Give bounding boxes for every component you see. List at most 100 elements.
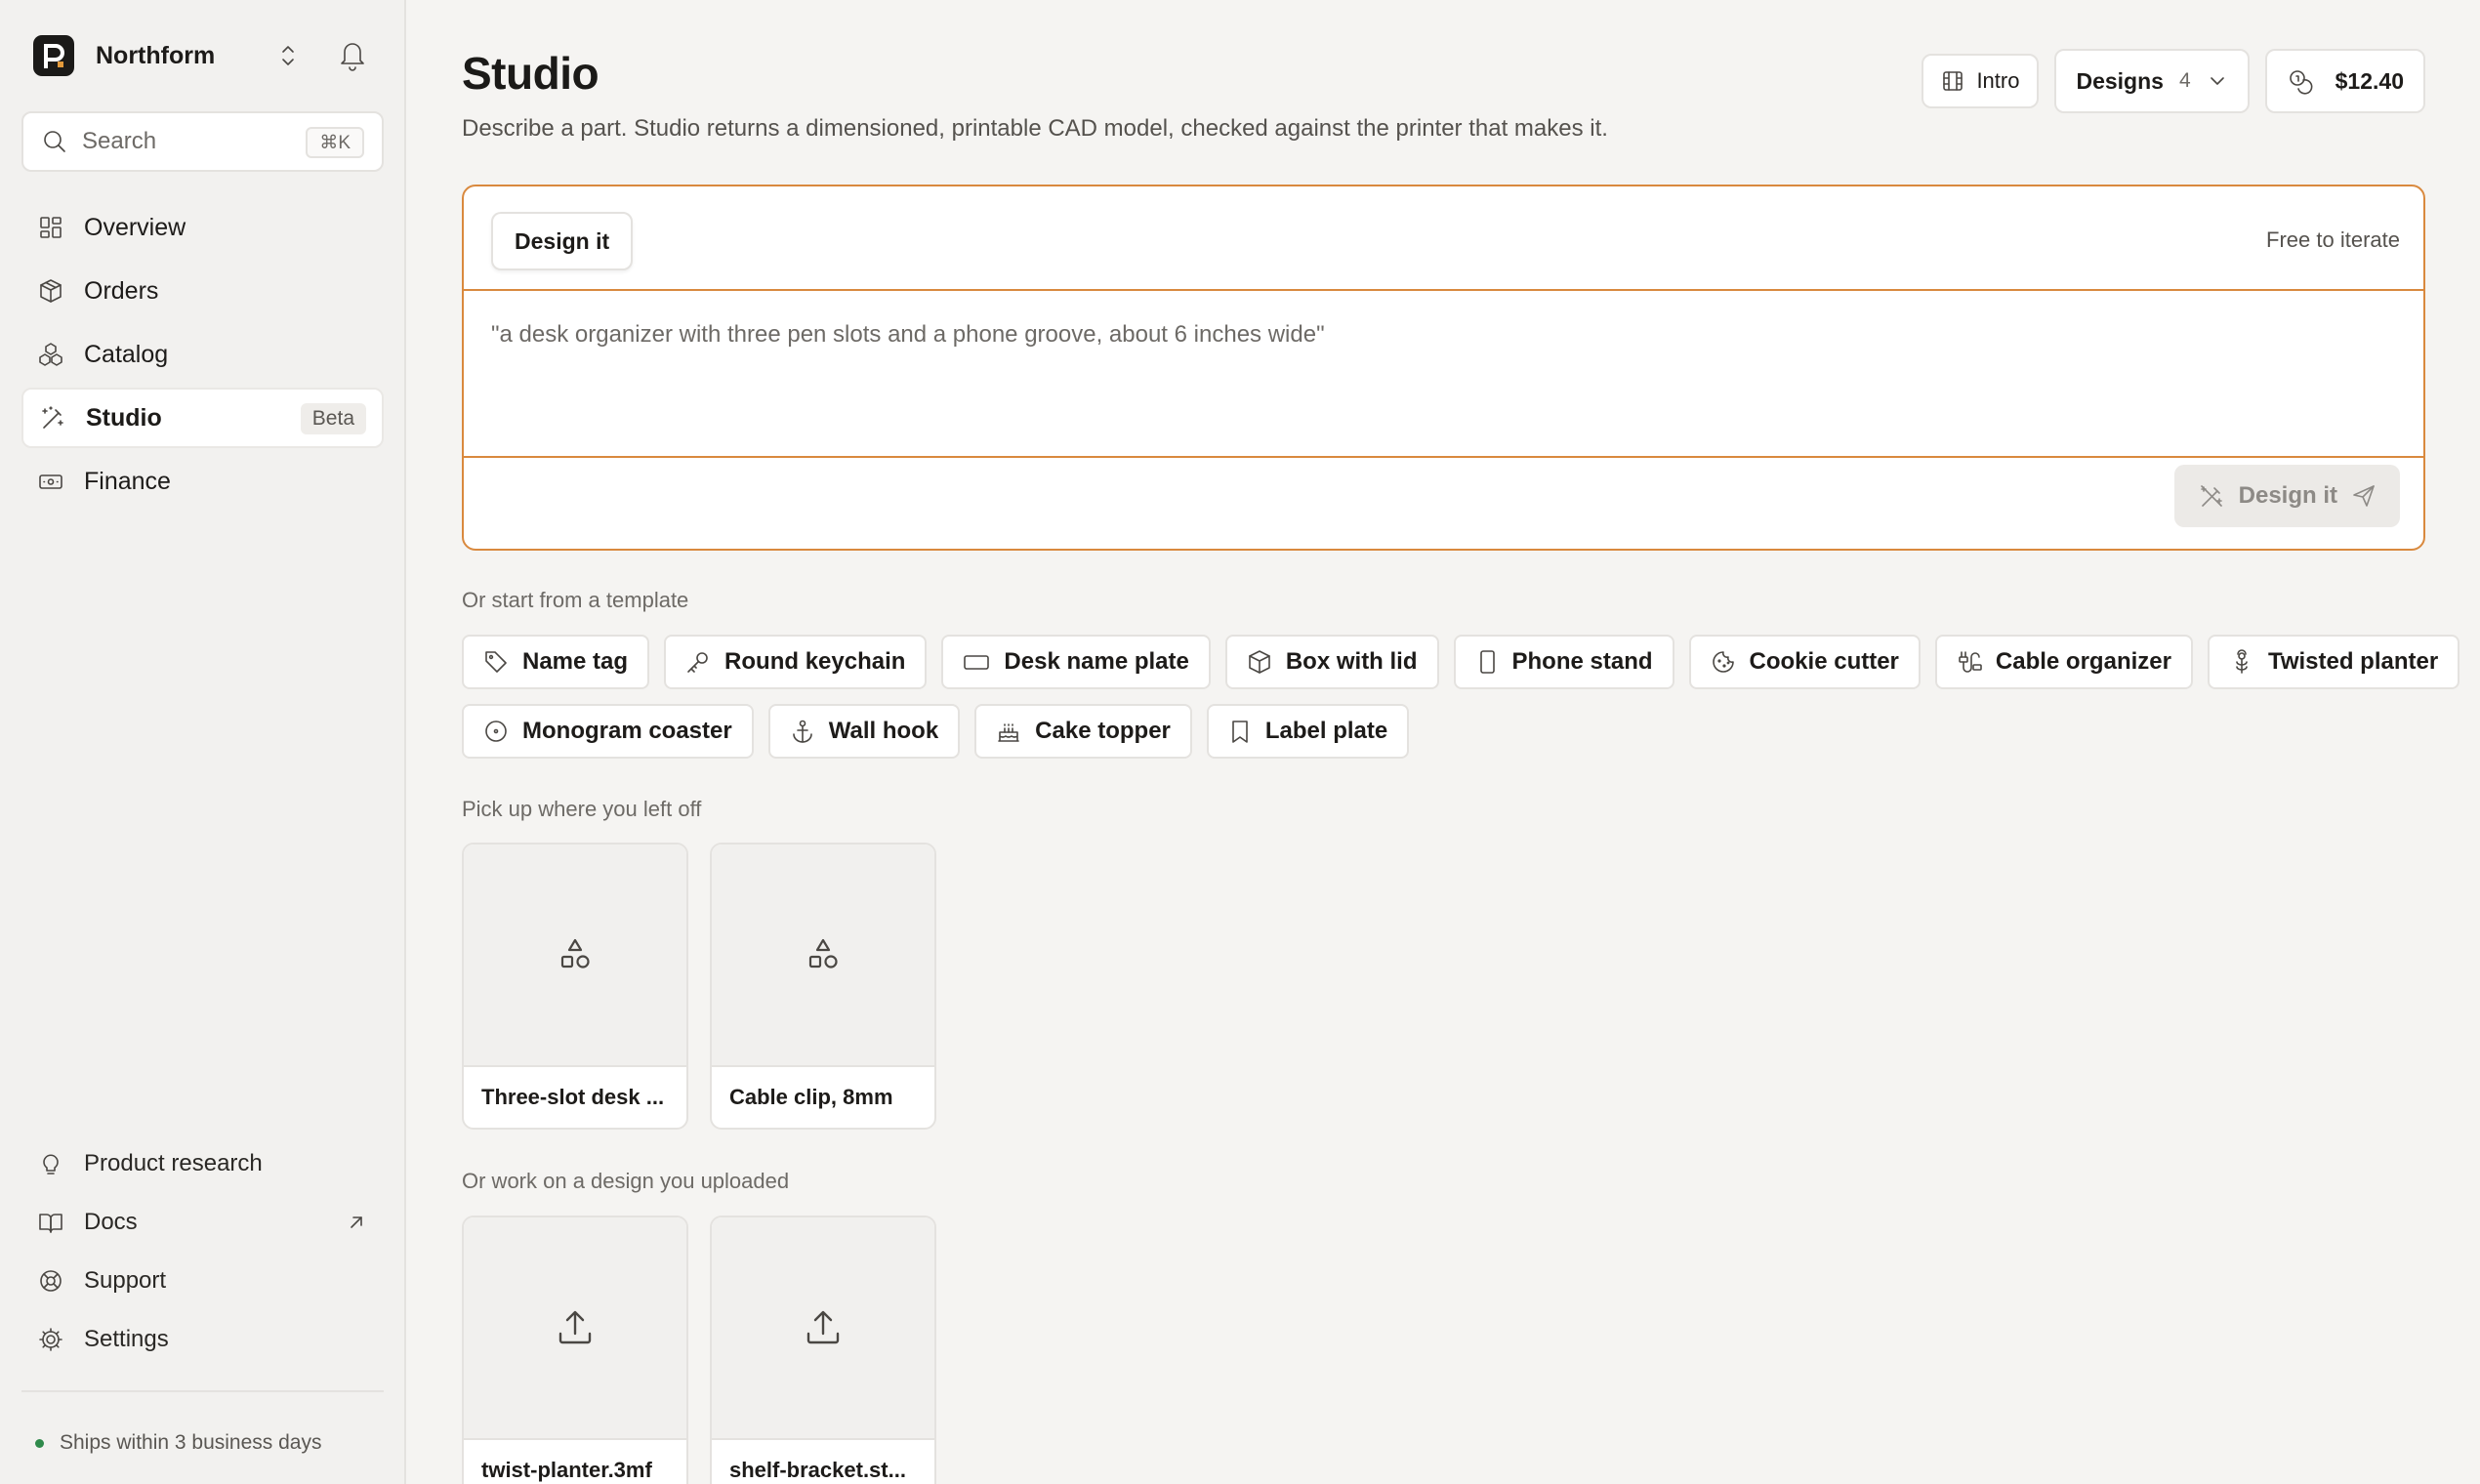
search-icon [41, 128, 68, 155]
sidebar: Northform Search ⌘K Overview Orders Cata… [0, 0, 406, 1484]
template-chip-label: Monogram coaster [522, 718, 732, 744]
sidebar-item-catalog[interactable]: Catalog [21, 324, 384, 385]
template-chip-label: Cake topper [1035, 718, 1171, 744]
designs-dropdown[interactable]: Designs 4 [2054, 49, 2250, 113]
card-thumbnail [464, 1217, 686, 1440]
tag-icon [483, 649, 509, 675]
search-input[interactable]: Search ⌘K [21, 111, 384, 172]
lightbulb-icon [37, 1150, 64, 1177]
prompt-textarea[interactable]: "a desk organizer with three pen slots a… [491, 321, 1325, 349]
template-chip[interactable]: Monogram coaster [462, 704, 754, 759]
template-chip[interactable]: Cake topper [974, 704, 1192, 759]
search-placeholder: Search [82, 128, 157, 154]
template-chip-label: Round keychain [724, 648, 906, 675]
card-thumbnail [712, 1217, 934, 1440]
flower-icon [2229, 649, 2254, 675]
pricing-note: Free to iterate [2266, 227, 2400, 252]
sidebar-item-product-research[interactable]: Product research [21, 1134, 384, 1193]
template-chip[interactable]: Phone stand [1453, 635, 1674, 689]
template-chip-label: Cookie cutter [1749, 648, 1899, 675]
template-chips-row-1: Name tag Round keychain Desk name plate … [462, 635, 2460, 689]
status-dot [35, 1438, 44, 1448]
chevrons-up-down-icon[interactable] [277, 41, 299, 70]
template-chip[interactable]: Cookie cutter [1688, 635, 1921, 689]
uploaded-design-card[interactable]: twist-planter.3mf [462, 1216, 688, 1484]
upload-icon [803, 1307, 844, 1348]
notifications-bell-icon[interactable] [336, 37, 369, 72]
sidebar-item-label: Finance [84, 467, 171, 495]
divider [21, 1390, 384, 1392]
template-chip-label: Twisted planter [2267, 648, 2439, 675]
primary-nav: Overview Orders Catalog Studio Beta Fina… [21, 197, 384, 515]
sidebar-item-studio[interactable]: Studio Beta [21, 388, 384, 448]
page-subtitle: Describe a part. Studio returns a dimens… [462, 115, 1608, 142]
designs-count: 4 [2178, 69, 2191, 92]
shipping-status: Ships within 3 business days [35, 1431, 321, 1455]
sidebar-item-label: Support [84, 1267, 167, 1294]
banknote-icon [37, 468, 64, 495]
template-chip-label: Label plate [1264, 718, 1388, 744]
uploads-label: Or work on a design you uploaded [462, 1169, 790, 1193]
sidebar-item-settings[interactable]: Settings [21, 1310, 384, 1369]
template-chip-label: Cable organizer [1995, 648, 2171, 675]
composer-header: Design it Free to iterate [464, 186, 2423, 291]
template-chip[interactable]: Name tag [462, 635, 650, 689]
tab-design-it[interactable]: Design it [491, 212, 634, 270]
brand-logo [33, 35, 74, 76]
package-icon [37, 277, 64, 305]
template-chips-row-2: Monogram coaster Wall hook Cake topper L… [462, 704, 2425, 759]
template-chip[interactable]: Round keychain [664, 635, 928, 689]
balance-button[interactable]: $12.40 [2264, 49, 2425, 113]
sidebar-item-label: Settings [84, 1326, 169, 1352]
workspace-switcher[interactable]: Northform [33, 35, 385, 76]
card-thumbnail [712, 845, 934, 1067]
cake-icon [996, 719, 1021, 744]
recent-design-card[interactable]: Three-slot desk ... [462, 843, 688, 1130]
phone-icon [1475, 649, 1499, 675]
shapes-icon [556, 935, 595, 974]
sidebar-item-label: Product research [84, 1150, 263, 1176]
uploaded-design-card[interactable]: shelf-bracket.st... [710, 1216, 936, 1484]
template-chip-label: Phone stand [1511, 648, 1653, 675]
sidebar-item-label: Overview [84, 213, 186, 241]
template-chip[interactable]: Box with lid [1224, 635, 1439, 689]
sidebar-item-overview[interactable]: Overview [21, 197, 384, 258]
template-chip[interactable]: Wall hook [767, 704, 961, 759]
book-icon [37, 1209, 64, 1236]
search-shortcut-badge: ⌘K [306, 127, 364, 158]
sidebar-item-label: Docs [84, 1209, 138, 1235]
sidebar-item-label: Orders [84, 276, 159, 305]
template-chip-label: Wall hook [828, 718, 939, 744]
gear-icon [37, 1326, 64, 1353]
template-chip-label: Desk name plate [1004, 648, 1189, 675]
intro-label: Intro [1976, 68, 2020, 93]
recent-label: Pick up where you left off [462, 797, 702, 821]
recent-design-card[interactable]: Cable clip, 8mm [710, 843, 936, 1130]
header-actions: Intro Designs 4 $12.40 [1906, 49, 2425, 113]
design-it-submit-button[interactable]: Design it [2173, 465, 2400, 527]
template-chip[interactable]: Desk name plate [941, 635, 1211, 689]
card-thumbnail [464, 845, 686, 1067]
templates-label: Or start from a template [462, 588, 689, 612]
balance-amount: $12.40 [2335, 67, 2404, 94]
template-chip[interactable]: Twisted planter [2207, 635, 2460, 689]
sidebar-item-finance[interactable]: Finance [21, 451, 384, 512]
card-title: twist-planter.3mf [481, 1458, 652, 1482]
intro-button[interactable]: Intro [1922, 54, 2040, 108]
template-chip[interactable]: Cable organizer [1934, 635, 2193, 689]
lifebuoy-icon [37, 1267, 64, 1295]
workspace-name: Northform [96, 41, 216, 69]
sidebar-item-docs[interactable]: Docs [21, 1193, 384, 1252]
template-chip[interactable]: Label plate [1206, 704, 1410, 759]
sidebar-item-support[interactable]: Support [21, 1252, 384, 1310]
grid-icon [37, 214, 64, 241]
wand-icon [2198, 482, 2225, 510]
film-icon [1941, 69, 1964, 93]
card-title: Three-slot desk ... [481, 1085, 665, 1109]
card-title: shelf-bracket.st... [729, 1458, 906, 1482]
external-link-icon [347, 1213, 366, 1232]
designs-label: Designs [2076, 67, 2164, 94]
sidebar-item-orders[interactable]: Orders [21, 261, 384, 321]
key-icon [685, 649, 711, 675]
coins-icon [2287, 67, 2316, 95]
